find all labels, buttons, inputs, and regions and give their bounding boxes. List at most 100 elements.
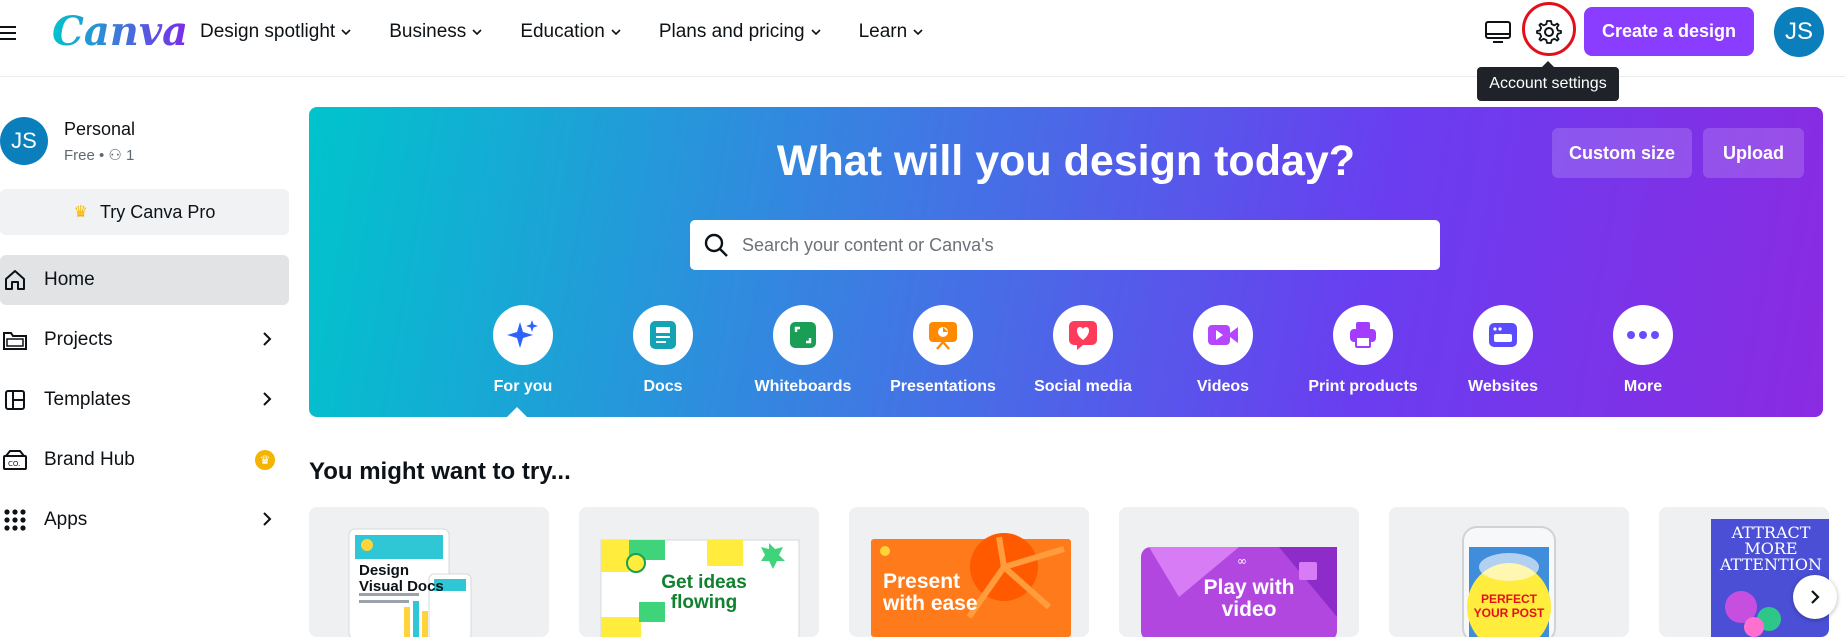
- top-navigation-bar: Canva Design spotlight Business Educatio…: [0, 0, 1845, 77]
- category-label: Print products: [1308, 378, 1418, 395]
- create-design-button[interactable]: Create a design: [1584, 7, 1754, 56]
- category-social-media[interactable]: Social media: [1013, 305, 1153, 396]
- avatar: JS: [0, 117, 48, 165]
- sidebar-item-label: Apps: [44, 509, 88, 530]
- try-canva-pro-button[interactable]: ♛ Try Canva Pro: [0, 189, 289, 235]
- card-label: PERFECT YOUR POST: [1473, 592, 1545, 620]
- category-docs[interactable]: Docs: [593, 305, 733, 396]
- category-for-you[interactable]: For you: [453, 305, 593, 396]
- nav-learn[interactable]: Learn: [859, 20, 924, 44]
- selected-category-indicator: [507, 407, 527, 417]
- upload-button[interactable]: Upload: [1703, 128, 1804, 178]
- search-input[interactable]: Search your content or Canva's: [690, 220, 1440, 270]
- chevron-down-icon: [913, 29, 923, 36]
- svg-text:∞: ∞: [1237, 554, 1247, 568]
- sidebar-item-apps[interactable]: Apps: [0, 495, 289, 545]
- card-label: ATTRACT MORE ATTENTION: [1719, 523, 1823, 574]
- sparkle-icon: [493, 305, 553, 365]
- suggestion-card-poster[interactable]: ATTRACT MORE ATTENTION: [1659, 507, 1829, 637]
- canva-logo[interactable]: Canva: [52, 8, 188, 55]
- sidebar-item-label: Brand Hub: [44, 449, 135, 470]
- suggestion-card-social[interactable]: PERFECT YOUR POST: [1389, 507, 1629, 637]
- card-label: Play with video: [1203, 576, 1295, 621]
- nav-education[interactable]: Education: [520, 20, 621, 44]
- profile-name: Personal: [64, 118, 136, 139]
- docs-icon: [633, 305, 693, 365]
- design-categories: For you Docs Whiteboards Presentations S…: [453, 305, 1713, 396]
- category-print-products[interactable]: Print products: [1293, 305, 1433, 396]
- chevron-down-icon: [341, 29, 351, 36]
- category-label: Social media: [1034, 378, 1132, 395]
- card-label: Present with ease: [883, 570, 978, 615]
- category-whiteboards[interactable]: Whiteboards: [733, 305, 873, 396]
- suggestion-card-presentation[interactable]: Present with ease: [849, 507, 1089, 637]
- home-icon: [2, 267, 28, 293]
- brand-icon: CO.: [2, 447, 28, 473]
- sidebar-item-home[interactable]: Home: [0, 255, 289, 305]
- sidebar: JS Personal Free • ⚇ 1 ♛ Try Canva Pro H…: [0, 77, 300, 632]
- sidebar-item-templates[interactable]: Templates: [0, 375, 289, 425]
- avatar[interactable]: JS: [1774, 7, 1824, 57]
- category-label: For you: [493, 378, 553, 395]
- card-label: Get ideas flowing: [661, 572, 747, 613]
- nav-label: Design spotlight: [200, 21, 336, 42]
- more-icon: [1613, 305, 1673, 365]
- chevron-down-icon: [611, 29, 621, 36]
- category-label: Videos: [1196, 378, 1250, 395]
- crown-icon: ♛: [255, 450, 275, 470]
- sidebar-item-label: Templates: [44, 389, 131, 410]
- chevron-right-icon: [263, 392, 272, 406]
- nav-label: Business: [389, 21, 467, 42]
- chevron-down-icon: [811, 29, 821, 36]
- templates-icon: [2, 387, 28, 413]
- chevron-right-icon: [263, 512, 272, 526]
- sidebar-item-label: Home: [44, 269, 95, 290]
- category-websites[interactable]: Websites: [1433, 305, 1573, 396]
- heart-icon: [1053, 305, 1113, 365]
- hero-banner: What will you design today? Custom size …: [309, 107, 1823, 417]
- nav-label: Education: [520, 21, 605, 42]
- highlight-ring: [1522, 2, 1576, 56]
- category-videos[interactable]: Videos: [1153, 305, 1293, 396]
- search-placeholder: Search your content or Canva's: [742, 234, 994, 255]
- profile-switcher[interactable]: JS Personal Free • ⚇ 1: [0, 117, 135, 165]
- try-pro-label: Try Canva Pro: [99, 201, 216, 222]
- nav-plans-and-pricing[interactable]: Plans and pricing: [659, 20, 821, 44]
- chevron-down-icon: [472, 29, 482, 36]
- category-label: Websites: [1468, 378, 1538, 395]
- search-icon: [704, 233, 728, 257]
- presentation-icon: [913, 305, 973, 365]
- suggestion-card-docs[interactable]: Design Visual Docs: [309, 507, 549, 637]
- crown-icon: ♛: [73, 204, 88, 221]
- profile-text: Personal Free • ⚇ 1: [64, 119, 135, 164]
- suggestion-card-whiteboard[interactable]: Get ideas flowing: [579, 507, 819, 637]
- carousel-next-button[interactable]: [1793, 575, 1837, 619]
- nav-design-spotlight[interactable]: Design spotlight: [200, 20, 351, 44]
- category-label: Presentations: [890, 378, 996, 395]
- suggestion-card-video[interactable]: ∞ Play with video: [1119, 507, 1359, 637]
- category-more[interactable]: More: [1573, 305, 1713, 396]
- whiteboard-icon: [773, 305, 833, 365]
- nav-business[interactable]: Business: [389, 20, 482, 44]
- category-label: Whiteboards: [754, 378, 852, 395]
- svg-text:CO.: CO.: [8, 460, 20, 468]
- chevron-right-icon: [263, 332, 272, 346]
- card-label: Design Visual Docs: [359, 562, 444, 595]
- nav-label: Plans and pricing: [658, 21, 805, 42]
- category-label: More: [1623, 378, 1663, 395]
- account-settings-tooltip: Account settings: [1477, 61, 1619, 101]
- apps-icon: [2, 507, 28, 533]
- desktop-app-button[interactable]: [1478, 12, 1518, 52]
- sidebar-item-projects[interactable]: Projects: [0, 315, 289, 365]
- category-label: Docs: [643, 378, 683, 395]
- website-icon: [1473, 305, 1533, 365]
- menu-icon[interactable]: [0, 22, 18, 42]
- sidebar-item-label: Projects: [44, 329, 113, 350]
- nav-label: Learn: [858, 21, 908, 42]
- sidebar-item-brand-hub[interactable]: CO. Brand Hub ♛: [0, 435, 289, 485]
- chevron-right-icon: [1811, 590, 1820, 604]
- profile-plan: Free • ⚇ 1: [64, 146, 135, 164]
- desktop-icon: [1485, 21, 1511, 43]
- custom-size-button[interactable]: Custom size: [1552, 128, 1692, 178]
- category-presentations[interactable]: Presentations: [873, 305, 1013, 396]
